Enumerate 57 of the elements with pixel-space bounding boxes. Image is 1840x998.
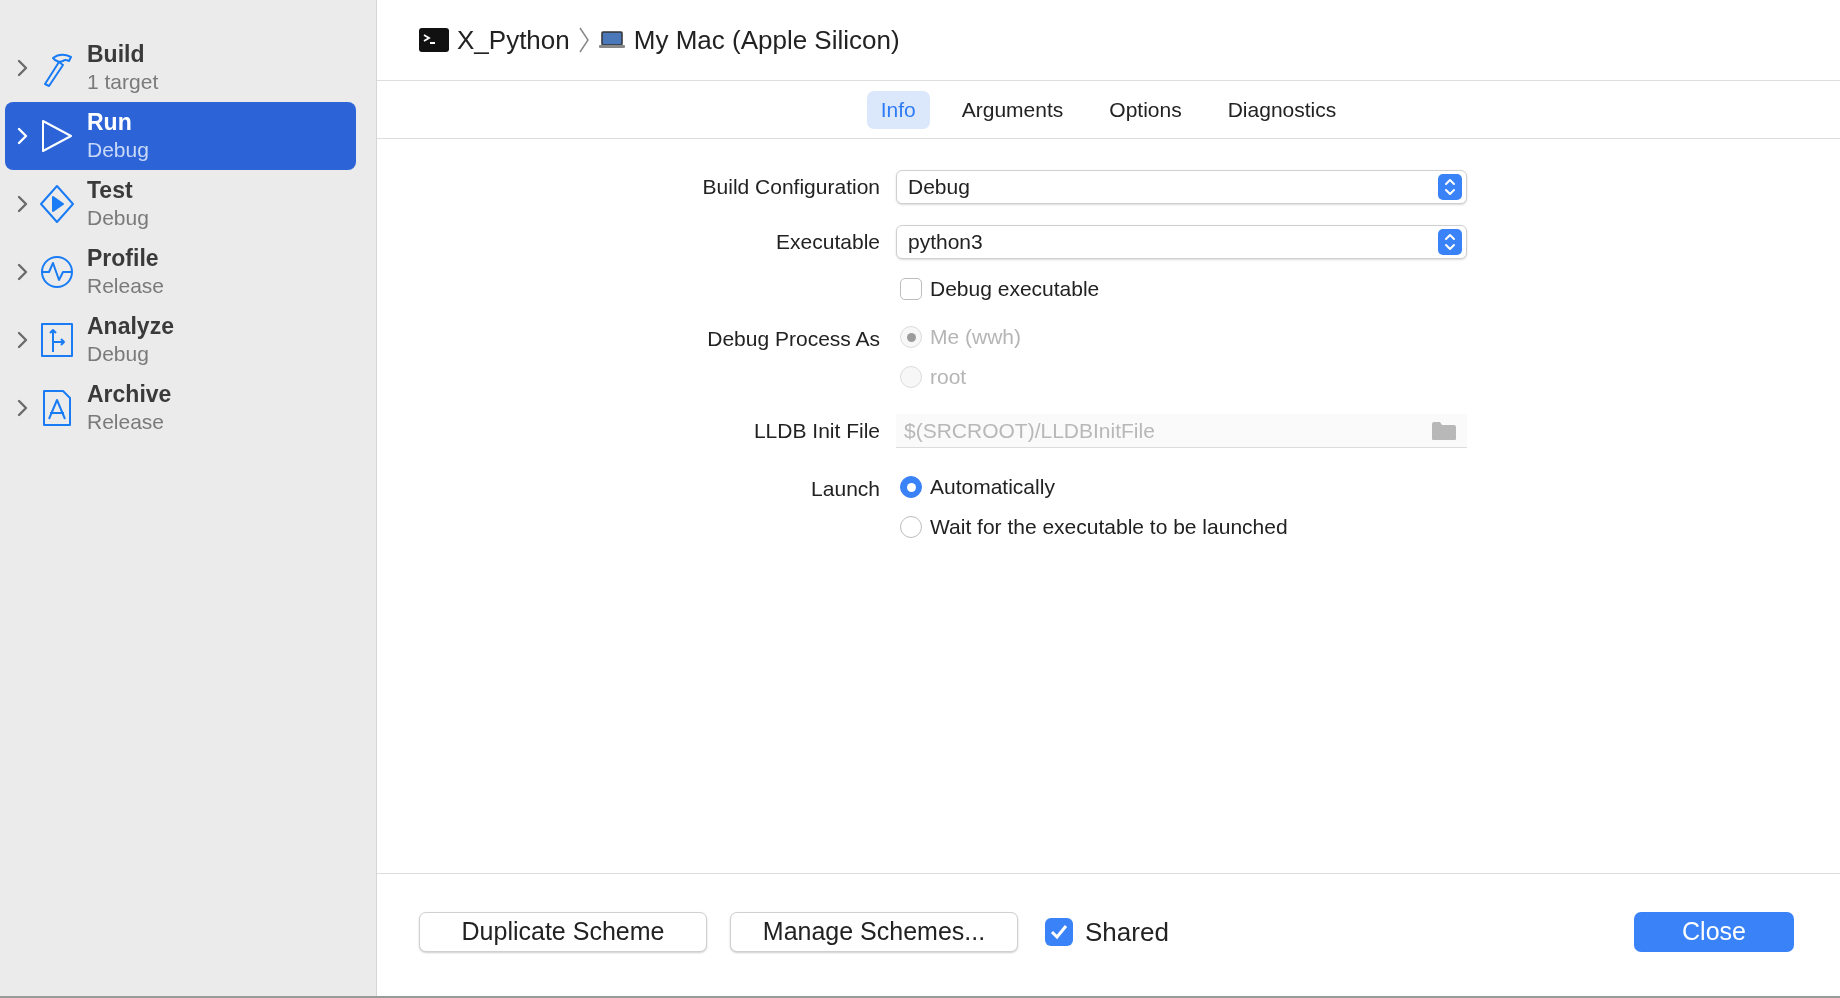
action-title: Test: [87, 176, 134, 204]
scheme-action-item[interactable]: Run Debug: [5, 102, 356, 170]
action-subtitle: Release: [87, 273, 165, 299]
checkbox-label: Debug executable: [930, 276, 1100, 303]
action-subtitle: 1 target: [87, 69, 159, 95]
field-label: Launch: [811, 476, 880, 502]
radio-button[interactable]: [900, 476, 922, 498]
action-subtitle: Debug: [87, 341, 150, 367]
field-label: LLDB Init File: [753, 418, 880, 445]
action-subtitle: Debug: [87, 205, 149, 231]
popup-button[interactable]: python3: [896, 224, 1467, 259]
chevron-separator-icon: [577, 26, 590, 54]
shared-label: Shared: [1085, 915, 1169, 949]
scheme-action-item[interactable]: Profile Release: [5, 238, 356, 306]
radio-label: Wait for the executable to be launched: [930, 514, 1288, 541]
diamond-play-icon: [39, 184, 75, 224]
action-subtitle: Release: [87, 409, 166, 435]
field-label: Executable: [776, 228, 880, 255]
action-title: Archive: [87, 380, 172, 408]
action-title: Profile: [87, 244, 160, 272]
footer-button[interactable]: Duplicate Scheme: [419, 912, 707, 952]
footer-button[interactable]: Manage Schemes...: [730, 912, 1018, 952]
chevron-icon[interactable]: [17, 263, 29, 281]
scheme-action-item[interactable]: Analyze Debug: [5, 306, 356, 374]
radio-label: Me (wwh): [930, 324, 1021, 351]
checkbox[interactable]: [900, 278, 922, 300]
folder-icon[interactable]: [1431, 421, 1457, 441]
radio-label: root: [930, 364, 967, 391]
scheme-name[interactable]: X_Python: [457, 20, 570, 60]
updown-arrows-icon: [1438, 173, 1462, 200]
action-title: Run: [87, 108, 133, 136]
field-label: Debug Process As: [707, 326, 880, 352]
scheme-action-item[interactable]: Archive Release: [5, 374, 356, 442]
chevron-icon[interactable]: [17, 331, 29, 349]
checkmark-icon: [1050, 924, 1068, 940]
scheme-action-item[interactable]: Test Debug: [5, 170, 356, 238]
action-title: Analyze: [87, 312, 174, 340]
path-field[interactable]: $(SRCROOT)/LLDBInitFile: [896, 414, 1467, 448]
chevron-icon[interactable]: [17, 195, 29, 213]
laptop-icon: [597, 30, 626, 50]
action-title: Build: [87, 40, 146, 68]
run-destination[interactable]: My Mac (Apple Silicon): [633, 20, 900, 60]
tab[interactable]: Diagnostics: [1213, 90, 1351, 129]
radio-button[interactable]: [900, 516, 922, 538]
updown-arrows-icon: [1438, 228, 1462, 255]
scheme-action-item[interactable]: Build 1 target: [5, 34, 356, 102]
tab[interactable]: Options: [1095, 90, 1196, 129]
popup-button[interactable]: Debug: [896, 169, 1467, 204]
tab[interactable]: Arguments: [947, 90, 1078, 129]
shared-checkbox[interactable]: [1045, 918, 1073, 946]
field-label: Build Configuration: [702, 173, 880, 200]
close-button[interactable]: Close: [1634, 912, 1794, 952]
chevron-icon[interactable]: [17, 399, 29, 417]
action-subtitle: Debug: [87, 137, 149, 163]
radio-label: Automatically: [930, 474, 1055, 501]
chevron-icon[interactable]: [17, 59, 29, 77]
terminal-icon: [419, 28, 449, 52]
